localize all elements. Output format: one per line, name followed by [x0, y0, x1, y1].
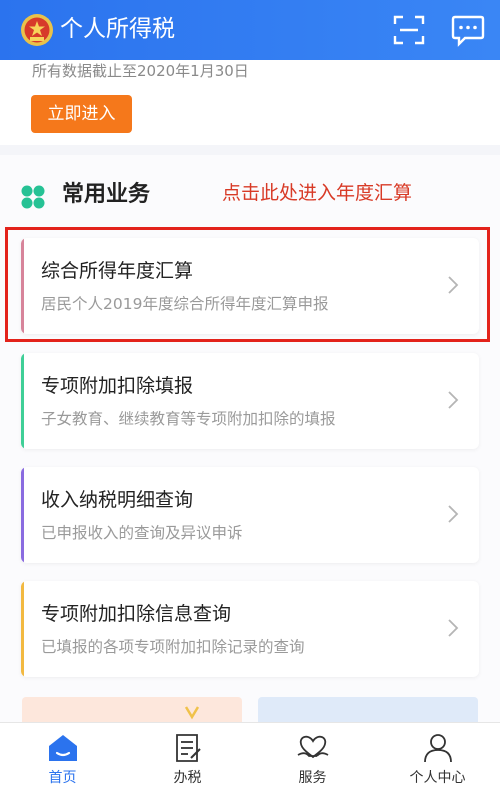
- service-heart-icon: [297, 735, 328, 759]
- card-subtitle: 已填报的各项专项附加扣除记录的查询: [41, 638, 305, 656]
- notice-text: 所有数据截止至2020年1月30日: [32, 62, 249, 80]
- card-subtitle: 已申报收入的查询及异议申诉: [41, 524, 243, 542]
- section-title: 常用业务: [62, 182, 151, 207]
- tab-tax-handling[interactable]: 办税: [125, 723, 250, 798]
- home-icon: [48, 735, 77, 761]
- card-title: 专项附加扣除填报: [41, 375, 194, 397]
- annotation-hint: 点击此处进入年度汇算: [222, 182, 413, 204]
- annotation-highlight-box: [5, 227, 490, 342]
- chevron-right-icon: [448, 391, 459, 409]
- tax-emblem-icon: [21, 14, 53, 46]
- tab-label: 个人中心: [409, 770, 466, 786]
- card-accent-bar: [21, 581, 24, 677]
- user-icon: [423, 734, 452, 763]
- scan-icon[interactable]: [392, 14, 426, 46]
- clover-icon: [21, 185, 45, 209]
- chevron-right-icon: [448, 505, 459, 523]
- card-accent-bar: [21, 353, 24, 449]
- message-icon[interactable]: [450, 13, 486, 47]
- bottom-tab-bar: 首页 办税 服务 个人中心: [0, 722, 500, 798]
- tab-label: 服务: [298, 770, 327, 786]
- tab-label: 首页: [48, 770, 77, 786]
- tab-services[interactable]: 服务: [250, 723, 375, 798]
- tab-home[interactable]: 首页: [0, 723, 125, 798]
- chevron-right-icon: [448, 619, 459, 637]
- card-special-deduction-fill[interactable]: 专项附加扣除填报 子女教育、继续教育等专项附加扣除的填报: [21, 353, 479, 449]
- card-title: 收入纳税明细查询: [41, 489, 194, 511]
- card-title: 专项附加扣除信息查询: [41, 603, 232, 625]
- tab-personal-center[interactable]: 个人中心: [375, 723, 500, 798]
- app-header: 个人所得税: [0, 0, 500, 60]
- card-special-deduction-query[interactable]: 专项附加扣除信息查询 已填报的各项专项附加扣除记录的查询: [21, 581, 479, 677]
- tab-label: 办税: [173, 770, 202, 786]
- enter-now-button[interactable]: 立即进入: [31, 95, 132, 133]
- app-title: 个人所得税: [60, 16, 175, 42]
- card-income-tax-query[interactable]: 收入纳税明细查询 已申报收入的查询及异议申诉: [21, 467, 479, 563]
- tax-form-icon: [175, 734, 201, 762]
- card-subtitle: 子女教育、继续教育等专项附加扣除的填报: [41, 410, 336, 428]
- card-accent-bar: [21, 467, 24, 563]
